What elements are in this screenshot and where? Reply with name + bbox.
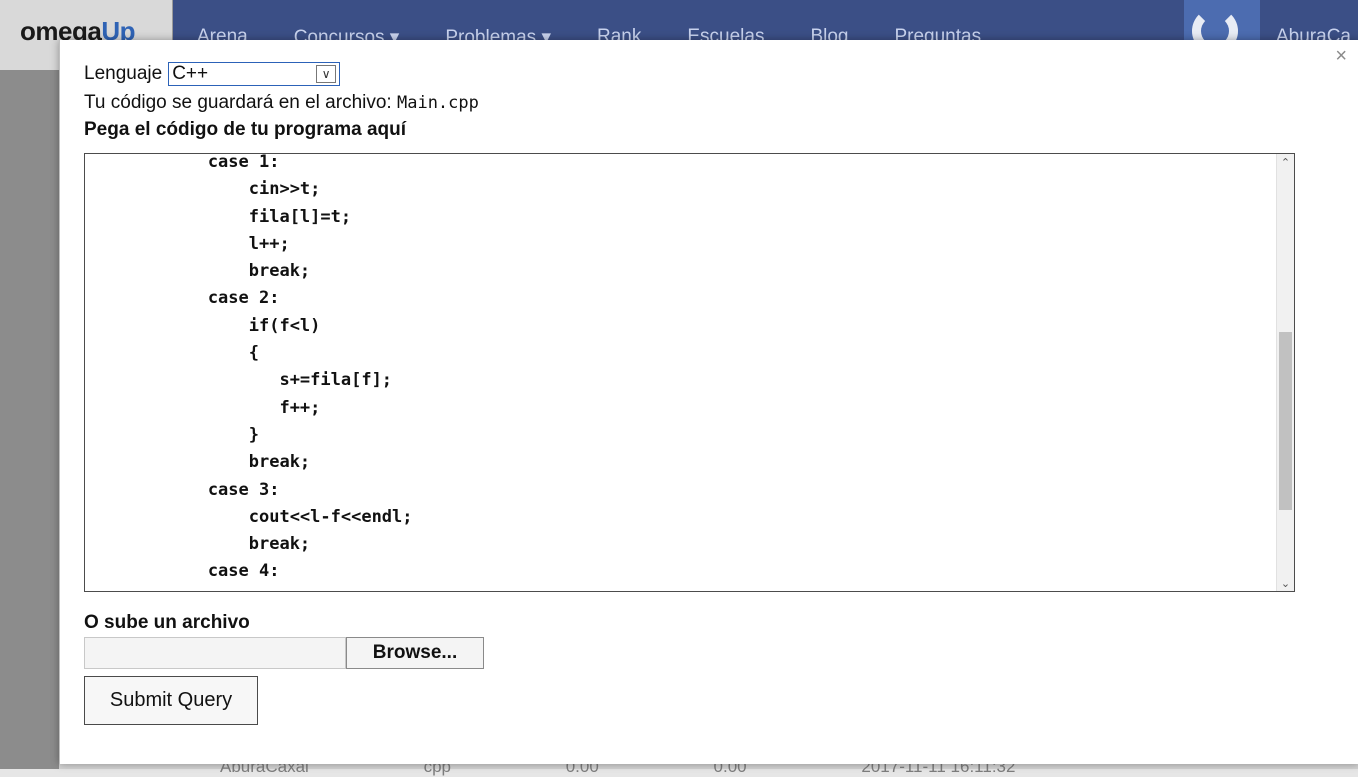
- submit-modal: × Lenguaje C++ ∨ Tu código se guardará e…: [59, 40, 1358, 764]
- file-info-text: Tu código se guardará en el archivo:: [84, 92, 397, 113]
- code-line: if(f<l): [85, 315, 321, 336]
- language-row: Lenguaje C++ ∨: [84, 62, 341, 86]
- scroll-up-icon[interactable]: ⌃: [1277, 154, 1294, 170]
- code-line: f++;: [85, 397, 321, 418]
- file-name: Main.cpp: [396, 93, 479, 113]
- code-line: break;: [85, 534, 311, 555]
- code-line: cin>>t;: [85, 179, 321, 200]
- code-line: l++;: [85, 233, 290, 254]
- close-button[interactable]: ×: [1335, 46, 1347, 66]
- code-line: break;: [85, 452, 311, 473]
- code-textarea[interactable]: case 1: cin>>t; fila[l]=t; l++; break; c…: [84, 153, 1295, 592]
- code-line: cout<<l-f<<endl;: [85, 506, 413, 527]
- scroll-thumb[interactable]: [1279, 332, 1292, 510]
- code-line: fila[l]=t;: [85, 206, 352, 227]
- code-line: case 1:: [85, 153, 280, 172]
- code-line: s+=fila[f];: [85, 370, 393, 391]
- upload-label: O sube un archivo: [84, 612, 250, 633]
- submit-button[interactable]: Submit Query: [84, 676, 258, 725]
- language-label: Lenguaje: [84, 63, 163, 84]
- code-line: break;: [85, 261, 311, 282]
- code-lines: case 1: cin>>t; fila[l]=t; l++; break; c…: [85, 153, 1276, 586]
- language-select[interactable]: C++ ∨: [168, 62, 341, 86]
- code-line: case 2:: [85, 288, 280, 309]
- file-info: Tu código se guardará en el archivo: Mai…: [84, 92, 479, 114]
- browse-button[interactable]: Browse...: [346, 637, 484, 669]
- code-scrollbar[interactable]: ⌃ ⌄: [1276, 154, 1294, 591]
- code-line: case 4:: [85, 561, 280, 582]
- upload-row: Browse...: [84, 637, 484, 669]
- code-line: }: [85, 424, 259, 445]
- scroll-down-icon[interactable]: ⌄: [1277, 575, 1294, 591]
- code-line: {: [85, 343, 259, 364]
- file-path-field[interactable]: [84, 637, 346, 669]
- chevron-down-icon[interactable]: ∨: [316, 65, 337, 83]
- language-select-value: C++: [172, 63, 209, 84]
- left-overlay-strip: [0, 70, 59, 769]
- paste-code-label: Pega el código de tu programa aquí: [84, 119, 406, 140]
- code-line: case 3:: [85, 479, 280, 500]
